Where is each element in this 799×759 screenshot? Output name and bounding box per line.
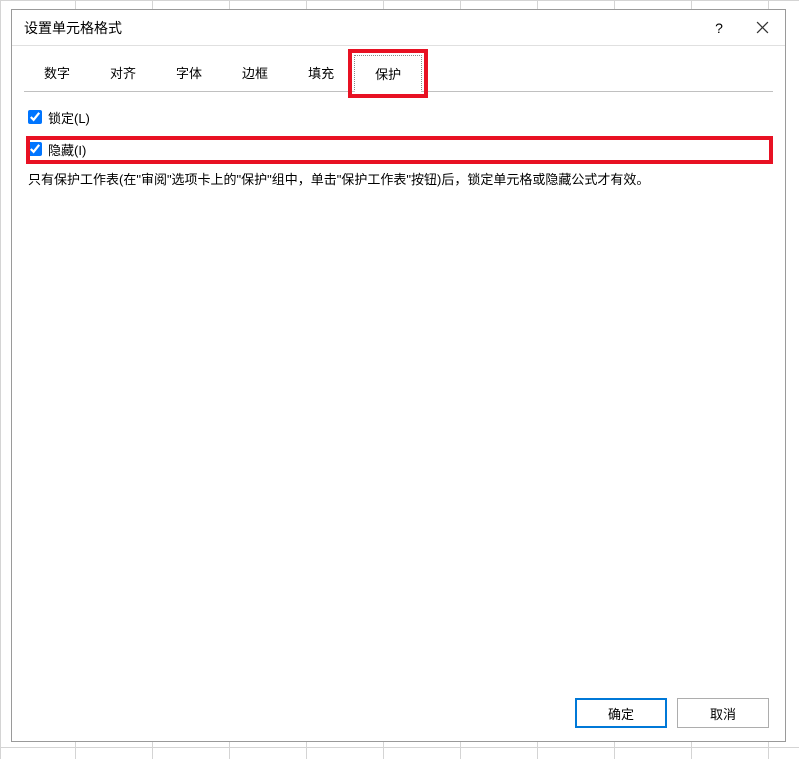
- hidden-checkbox-label[interactable]: 隐藏(I): [48, 140, 86, 159]
- tab-border[interactable]: 边框: [222, 55, 288, 92]
- cancel-button[interactable]: 取消: [677, 698, 769, 728]
- dialog-title: 设置单元格格式: [24, 18, 699, 38]
- tab-protection[interactable]: 保护: [354, 55, 422, 92]
- tab-alignment[interactable]: 对齐: [90, 55, 156, 92]
- locked-checkbox[interactable]: [28, 110, 42, 124]
- dialog-titlebar: 设置单元格格式 ?: [12, 10, 785, 46]
- tab-content-protection: 锁定(L) 隐藏(I) 只有保护工作表(在"审阅"选项卡上的"保护"组中，单击"…: [12, 92, 785, 685]
- close-button[interactable]: [739, 10, 785, 46]
- help-button[interactable]: ?: [699, 10, 739, 46]
- button-bar: 确定 取消: [12, 685, 785, 741]
- tab-number[interactable]: 数字: [24, 55, 90, 92]
- ok-button[interactable]: 确定: [575, 698, 667, 728]
- tab-font[interactable]: 字体: [156, 55, 222, 92]
- hidden-checkbox[interactable]: [28, 142, 42, 156]
- locked-checkbox-label[interactable]: 锁定(L): [48, 108, 90, 127]
- hidden-checkbox-row: 隐藏(I): [28, 138, 769, 160]
- format-cells-dialog: 设置单元格格式 ? 数字 对齐 字体 边框 填充 保护 锁定(L) 隐藏(I): [11, 9, 786, 742]
- tab-strip: 数字 对齐 字体 边框 填充 保护: [24, 54, 773, 92]
- close-icon: [756, 21, 769, 34]
- tabs-area: 数字 对齐 字体 边框 填充 保护: [12, 46, 785, 92]
- tab-fill[interactable]: 填充: [288, 55, 354, 92]
- locked-checkbox-row: 锁定(L): [28, 106, 769, 128]
- protection-info-text: 只有保护工作表(在"审阅"选项卡上的"保护"组中，单击"保护工作表"按钮)后，锁…: [28, 170, 769, 191]
